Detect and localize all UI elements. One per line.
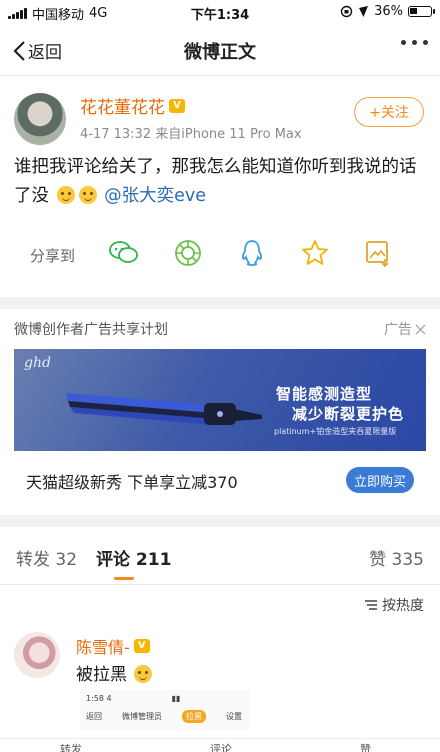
more-dot-icon (401, 40, 406, 45)
sort-button[interactable]: 按热度 (364, 595, 424, 615)
qq-icon (242, 240, 262, 266)
more-dot-icon (423, 40, 428, 45)
status-bar: 中国移动 4G 下午1:34 36% (0, 0, 440, 26)
tab-like-label: 赞 (369, 550, 387, 570)
brand-logo: ghd (24, 355, 51, 371)
share-row: 分享到 (0, 235, 440, 275)
ad-card[interactable]: 微博创作者广告共享计划 广告 ghd 智能感测造型 减少断裂更护色 platin… (0, 309, 440, 515)
share-label: 分享到 (30, 247, 76, 265)
qq-share-button[interactable] (236, 237, 268, 269)
smile-emoji-icon (56, 186, 75, 204)
tab-comment-count: 211 (135, 550, 172, 570)
interaction-tabs: 转发 32 评论 211 赞 335 (0, 527, 440, 585)
author-name: 花花董花花 (80, 98, 165, 118)
page-title: 微博正文 (184, 42, 256, 63)
tab-comment[interactable]: 评论 211 (96, 545, 171, 570)
screenshot-action: 拉黑 (182, 710, 206, 723)
alarm-icon (359, 6, 369, 17)
close-icon[interactable] (415, 324, 426, 335)
battery-percent: 36% (374, 4, 403, 19)
mention-link[interactable]: @张大奕eve (104, 186, 206, 206)
more-dot-icon (412, 40, 417, 45)
ad-headline-1: 智能感测造型 (276, 385, 373, 403)
comment-body: 被拉黑 (76, 665, 127, 685)
status-right: 36% (340, 4, 435, 19)
smile-emoji-icon (78, 186, 97, 204)
screenshot-settings: 设置 (226, 712, 242, 721)
ad-banner-image[interactable]: ghd 智能感测造型 减少断裂更护色 platinum+铂金造型夹吞夏限量版 (14, 349, 426, 451)
buy-now-button[interactable]: 立即购买 (346, 467, 414, 493)
ad-tag[interactable]: 广告 (384, 319, 426, 339)
screenshot-nav-row: 返回 微博管理员 拉黑 设置 (86, 710, 242, 723)
post-source: 来自iPhone 11 Pro Max (155, 127, 302, 142)
smile-emoji-icon (134, 665, 153, 683)
ad-title: 天猫超级新秀 下单享立减370 (26, 473, 238, 492)
bottom-like-button[interactable]: 赞 (360, 741, 371, 752)
tab-like-count: 335 (391, 550, 424, 570)
follow-button[interactable]: +关注 (354, 97, 424, 127)
section-divider (0, 297, 440, 309)
star-icon (302, 240, 328, 265)
more-button[interactable] (401, 40, 428, 45)
weibo-post: 花花董花花 V 4-17 13:32 来自iPhone 11 Pro Max +… (0, 77, 440, 297)
vip-badge-icon: V (169, 98, 185, 113)
ad-label: 广告 (384, 322, 412, 338)
post-meta: 4-17 13:32 来自iPhone 11 Pro Max (80, 123, 302, 142)
save-image-icon (366, 241, 389, 267)
screenshot-time: 1:58 4 (86, 694, 112, 703)
author-avatar[interactable] (14, 93, 66, 145)
wechat-icon (109, 241, 138, 263)
post-date: 4-17 13:32 (80, 127, 152, 142)
post-text: 谁把我评论给关了，那我怎么能知道你听到我说的话了没 @张大奕eve (14, 153, 428, 211)
wechat-share-button[interactable] (108, 237, 140, 269)
commenter-name: 陈雪倩- (76, 638, 130, 657)
ad-subline: platinum+铂金造型夹吞夏限量版 (274, 427, 397, 436)
author-name-row[interactable]: 花花董花花 V (80, 93, 185, 118)
orientation-lock-icon (340, 5, 353, 18)
bottom-comment-button[interactable]: 评论 (210, 741, 232, 752)
ad-program-label: 微博创作者广告共享计划 (14, 322, 168, 338)
tab-repost-label: 转发 (16, 550, 50, 570)
bottom-action-bar: 转发 评论 赞 (0, 738, 440, 752)
moments-share-button[interactable] (172, 237, 204, 269)
sort-label: 按热度 (382, 598, 424, 614)
screenshot-title: 微博管理员 (122, 712, 162, 721)
vip-badge-icon: V (133, 639, 150, 653)
sort-icon (365, 600, 377, 610)
nav-bar: 返回 微博正文 (0, 26, 440, 76)
save-image-button[interactable] (362, 237, 394, 269)
comment-text: 被拉黑 (76, 660, 154, 685)
comment-screenshot[interactable]: 1:58 4 ▮▮ 返回 微博管理员 拉黑 设置 (80, 690, 250, 730)
hair-straightener-icon (66, 393, 262, 425)
screenshot-back: 返回 (86, 712, 102, 721)
commenter-name-row[interactable]: 陈雪倩- V (76, 634, 150, 658)
screenshot-status-row: 1:58 4 ▮▮ (86, 694, 180, 703)
post-body: 谁把我评论给关了，那我怎么能知道你听到我说的话了没 (14, 157, 417, 206)
tab-repost-count: 32 (55, 550, 78, 570)
moments-icon (175, 240, 201, 266)
screenshot-battery-icon: ▮▮ (171, 694, 181, 703)
battery-icon (408, 6, 435, 17)
tab-comment-label: 评论 (96, 550, 130, 570)
bottom-repost-button[interactable]: 转发 (60, 741, 82, 752)
tab-repost[interactable]: 转发 32 (16, 545, 77, 570)
section-divider (0, 515, 440, 527)
active-tab-indicator (114, 577, 134, 580)
qzone-share-button[interactable] (299, 237, 331, 269)
tab-like[interactable]: 赞 335 (369, 545, 424, 570)
commenter-avatar[interactable] (14, 632, 60, 678)
ad-headline-2: 减少断裂更护色 (292, 405, 405, 423)
